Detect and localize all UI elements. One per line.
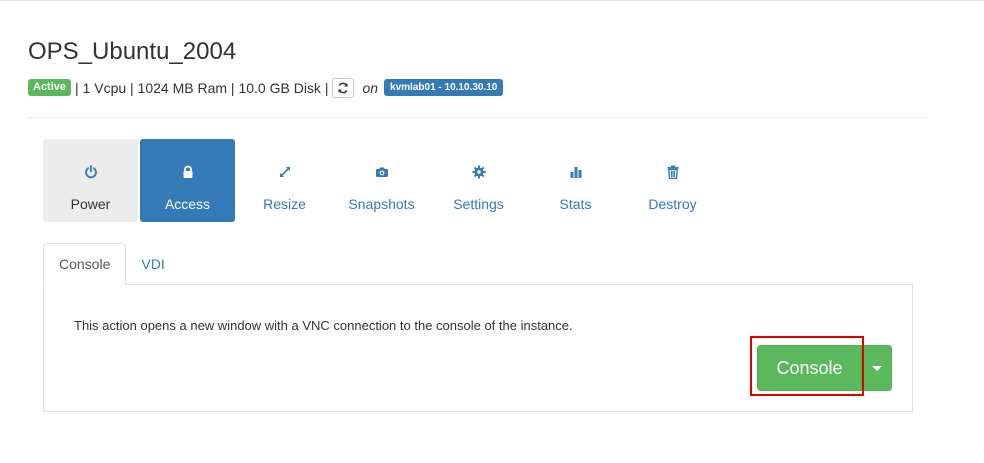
instance-meta: Active | 1 Vcpu | 1024 MB Ram | 10.0 GB … [28,77,504,98]
page-title: OPS_Ubuntu_2004 [28,38,237,65]
action-toolbar: Power Access Resize Snapshots Settings S… [43,139,722,222]
status-badge: Active [28,79,72,96]
host-badge: kvmlab01 - 10.10.30.10 [384,79,504,96]
camera-icon [375,167,388,177]
tab-console[interactable]: Console [43,243,127,285]
on-label: on [362,79,379,96]
console-dropdown-toggle[interactable] [862,345,892,391]
console-button-group: Console [757,345,892,391]
resize-icon [279,167,290,177]
access-tabs: Console VDI [43,243,180,285]
tab-vdi[interactable]: VDI [126,243,179,285]
refresh-icon [338,82,349,93]
console-description: This action opens a new window with a VN… [74,318,573,333]
lock-icon [183,165,192,178]
refresh-button[interactable] [332,77,355,98]
resize-label: Resize [263,196,306,212]
power-icon [84,165,97,179]
destroy-action-button[interactable]: Destroy [625,139,720,222]
snapshots-action-button[interactable]: Snapshots [334,139,429,222]
access-label: Access [164,196,211,212]
access-action-button[interactable]: Access [140,139,235,222]
power-label: Power [70,196,111,212]
destroy-label: Destroy [648,196,697,212]
instance-page: OPS_Ubuntu_2004 Active | 1 Vcpu | 1024 M… [0,0,984,463]
stats-action-button[interactable]: Stats [528,139,623,222]
snapshots-label: Snapshots [348,196,415,212]
settings-action-button[interactable]: Settings [431,139,526,222]
top-divider [0,0,984,1]
stats-label: Stats [559,196,592,212]
resize-action-button[interactable]: Resize [237,139,332,222]
trash-icon [667,165,678,179]
settings-label: Settings [453,196,504,212]
caret-down-icon [872,365,882,371]
console-panel: This action opens a new window with a VN… [43,284,913,412]
power-action-button[interactable]: Power [43,139,138,222]
bar-chart-icon [570,167,581,178]
section-divider [28,117,928,118]
instance-specs: | 1 Vcpu | 1024 MB Ram | 10.0 GB Disk | [75,79,329,96]
gear-icon [472,165,485,179]
console-button[interactable]: Console [757,345,862,391]
